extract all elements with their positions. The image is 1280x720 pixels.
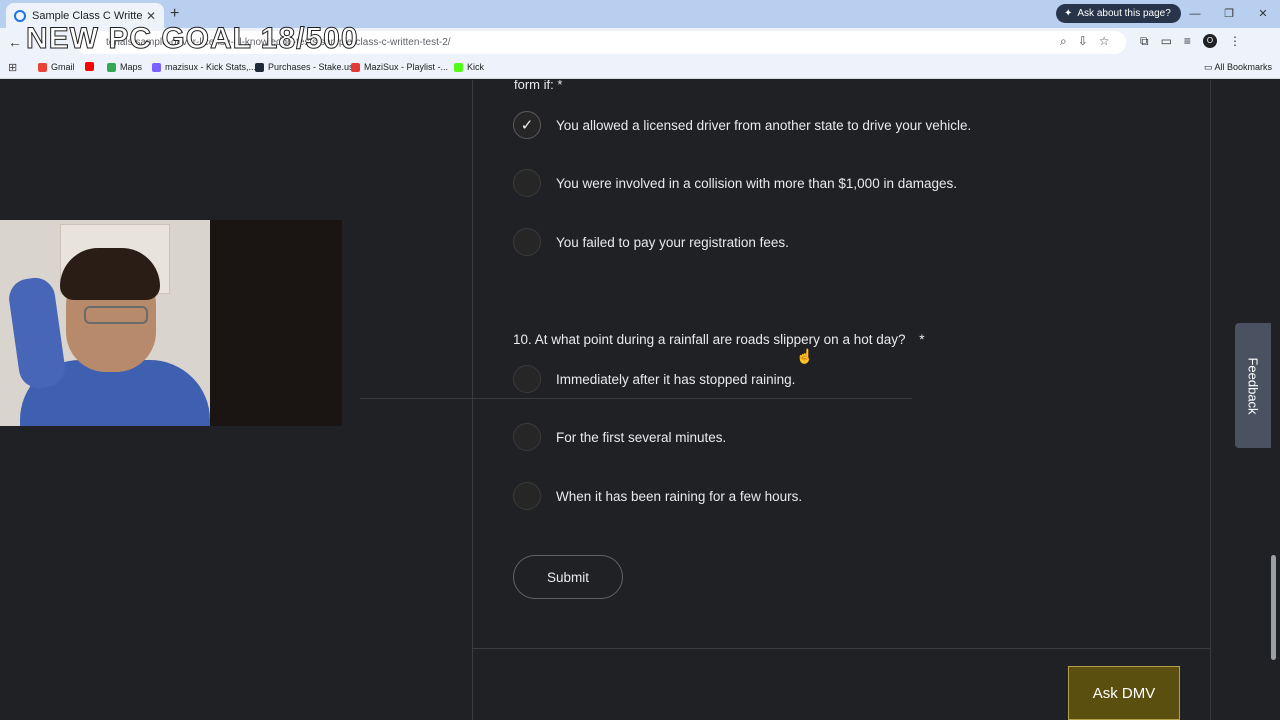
form-card-divider [472, 648, 1211, 649]
option-label: Immediately after it has stopped raining… [556, 371, 796, 387]
q9-option-2[interactable]: You were involved in a collision with mo… [513, 169, 957, 197]
bookmark-label: Maps [120, 62, 143, 72]
address-bar-icons: ⌕ ⇩ ☆ [1060, 34, 1110, 49]
option-label: You failed to pay your registration fees… [556, 234, 789, 250]
window-controls: — ❐ ✕ [1178, 0, 1280, 28]
question-9-tail: form if: * [514, 80, 563, 92]
option-label: You allowed a licensed driver from anoth… [556, 117, 972, 133]
question-10: 10. At what point during a rainfall are … [513, 332, 925, 347]
feedback-tab[interactable]: Feedback [1235, 323, 1271, 448]
bookmark-label: MaziSux - Playlist -... [364, 62, 449, 72]
playlist-icon [351, 62, 360, 72]
close-tab-icon[interactable]: ✕ [146, 9, 156, 23]
q9-option-3[interactable]: You failed to pay your registration fees… [513, 228, 789, 256]
mouse-pointer-icon: ☝ [796, 348, 814, 364]
back-arrow-icon[interactable]: ← [8, 34, 22, 50]
radio-icon[interactable] [513, 423, 541, 451]
bookmark-label: Gmail [51, 62, 75, 72]
checked-radio-icon[interactable]: ✓ [513, 111, 541, 139]
install-app-icon[interactable]: ⇩ [1078, 34, 1088, 49]
person-hair [60, 248, 160, 300]
extensions-icon[interactable]: ⧉ [1140, 34, 1149, 49]
required-asterisk: * [919, 332, 925, 347]
reading-list-icon[interactable]: ≡ [1184, 34, 1191, 49]
bookmarks-bar: ⊞ Gmail Maps mazisux - Kick Stats,... Pu… [0, 57, 1280, 79]
maps-icon [107, 62, 116, 72]
toolbar-right-icons: ⧉ ▭ ≡ O ⋮ [1140, 34, 1241, 49]
site-favicon-icon [14, 9, 26, 22]
zoom-icon[interactable]: ⌕ [1060, 34, 1067, 49]
option-label: When it has been raining for a few hours… [556, 488, 803, 504]
stake-icon [255, 62, 264, 72]
bookmark-label: Purchases - Stake.us [268, 62, 354, 72]
option-label: For the first several minutes. [556, 429, 727, 445]
divider-line [360, 398, 912, 399]
bookmark-star-icon[interactable]: ☆ [1099, 34, 1110, 49]
stream-goal-overlay: NEW PC GOAL 18/500 [26, 22, 359, 56]
bookmark-kick-stats[interactable]: mazisux - Kick Stats,... [152, 62, 256, 72]
all-bookmarks[interactable]: ▭ All Bookmarks [1204, 62, 1272, 73]
ask-about-page-button[interactable]: ✦ Ask about this page? [1056, 4, 1181, 23]
webcam-dark-area [210, 220, 342, 426]
apps-grid-icon[interactable]: ⊞ [8, 61, 17, 74]
bookmark-label: mazisux - Kick Stats,... [165, 62, 257, 72]
radio-icon[interactable] [513, 228, 541, 256]
bookmark-kick[interactable]: Kick [454, 62, 484, 72]
bookmark-maps[interactable]: Maps [107, 62, 142, 72]
option-label: You were involved in a collision with mo… [556, 175, 957, 191]
menu-dots-icon[interactable]: ⋮ [1229, 34, 1241, 49]
bookmark-label: Kick [467, 62, 485, 72]
page-scrollbar[interactable] [1271, 555, 1276, 660]
folder-icon: ▭ [1204, 62, 1213, 72]
person-glasses [84, 306, 148, 324]
bookmark-youtube[interactable] [85, 62, 94, 71]
q10-option-2[interactable]: For the first several minutes. [513, 423, 726, 451]
new-tab-button[interactable]: + [170, 5, 179, 23]
close-window-icon[interactable]: ✕ [1246, 0, 1280, 28]
bookmark-stake[interactable]: Purchases - Stake.us [255, 62, 354, 72]
all-bookmarks-label: All Bookmarks [1214, 62, 1273, 72]
restore-icon[interactable]: ❐ [1212, 0, 1246, 28]
gmail-icon [38, 62, 47, 72]
radio-icon[interactable] [513, 482, 541, 510]
bookmark-gmail[interactable]: Gmail [38, 62, 75, 72]
youtube-icon [85, 62, 94, 71]
kick-icon [454, 62, 463, 72]
ask-dmv-button[interactable]: Ask DMV [1068, 666, 1180, 720]
tab-title: Sample Class C Written Test 2 [32, 9, 142, 22]
question-10-text: 10. At what point during a rainfall are … [513, 332, 906, 347]
q10-option-3[interactable]: When it has been raining for a few hours… [513, 482, 802, 510]
profile-avatar[interactable]: O [1202, 34, 1217, 48]
q10-option-1[interactable]: Immediately after it has stopped raining… [513, 365, 795, 393]
feedback-label: Feedback [1245, 356, 1261, 415]
sparkle-icon: ✦ [1064, 8, 1073, 19]
radio-icon[interactable] [513, 169, 541, 197]
cast-icon[interactable]: ▭ [1161, 34, 1172, 49]
q9-option-1[interactable]: ✓ You allowed a licensed driver from ano… [513, 111, 971, 139]
bookmark-playlist[interactable]: MaziSux - Playlist -... [351, 62, 448, 72]
ask-about-page-label: Ask about this page? [1077, 8, 1171, 19]
radio-icon[interactable] [513, 365, 541, 393]
kick-stats-icon [152, 62, 161, 72]
submit-button[interactable]: Submit [513, 555, 623, 599]
minimize-icon[interactable]: — [1178, 0, 1212, 28]
webcam-overlay [0, 220, 342, 426]
